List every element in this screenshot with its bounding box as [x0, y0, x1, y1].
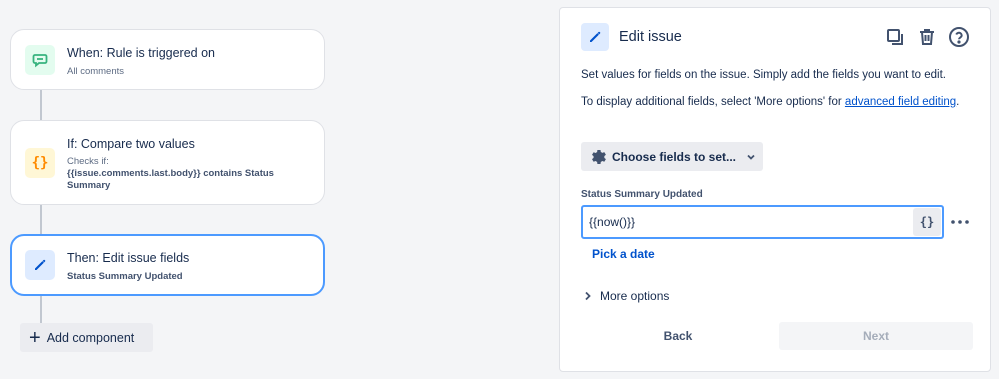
smart-value-button[interactable]: {}	[913, 208, 941, 236]
flow-connector	[40, 90, 42, 120]
panel-actions	[884, 26, 970, 48]
chevron-down-icon	[746, 152, 756, 162]
add-component-button[interactable]: + Add component	[20, 323, 153, 352]
duplicate-icon[interactable]	[884, 26, 906, 48]
panel-header: Edit issue	[581, 23, 682, 51]
panel-description-advanced: To display additional fields, select 'Mo…	[581, 94, 976, 111]
choose-fields-button[interactable]: Choose fields to set...	[581, 142, 763, 171]
panel-description: Set values for fields on the issue. Simp…	[581, 69, 947, 81]
pencil-icon	[581, 23, 609, 51]
curly-braces-icon: {}	[25, 148, 55, 178]
pick-date-link[interactable]: Pick a date	[592, 247, 655, 261]
plus-icon: +	[29, 326, 41, 349]
chevron-right-icon	[584, 291, 592, 301]
next-button[interactable]: Next	[779, 322, 973, 350]
action-subtitle: Status Summary Updated	[67, 271, 183, 282]
action-title: Then: Edit issue fields	[67, 251, 190, 265]
trigger-card[interactable]: When: Rule is triggered on All comments	[10, 29, 325, 90]
flow-connector	[40, 205, 42, 235]
trigger-subtitle: All comments	[67, 66, 125, 77]
description-text: To display additional fields, select 'Mo…	[581, 96, 845, 108]
flow-connector	[40, 296, 42, 324]
condition-card[interactable]: {} If: Compare two values Checks if: {{i…	[10, 120, 325, 205]
more-actions-icon[interactable]	[950, 213, 970, 231]
trash-icon[interactable]	[916, 26, 938, 48]
help-icon[interactable]	[948, 26, 970, 48]
condition-expression-cont: Summary	[67, 180, 111, 191]
advanced-field-editing-link[interactable]: advanced field editing	[845, 96, 956, 108]
pencil-icon	[25, 250, 55, 280]
field-label: Status Summary Updated	[581, 189, 703, 200]
action-card[interactable]: Then: Edit issue fields Status Summary U…	[10, 234, 325, 296]
panel-title: Edit issue	[619, 29, 682, 45]
choose-fields-label: Choose fields to set...	[612, 149, 737, 164]
comment-icon	[25, 45, 55, 75]
description-suffix: .	[956, 96, 960, 108]
back-button[interactable]: Back	[581, 322, 775, 350]
more-options-label: More options	[600, 289, 670, 303]
edit-issue-panel: Edit issue Set values for fields on the …	[559, 7, 991, 372]
trigger-title: When: Rule is triggered on	[67, 46, 215, 60]
condition-title: If: Compare two values	[67, 137, 195, 151]
condition-expression: {{issue.comments.last.body}} contains St…	[67, 168, 274, 179]
add-component-label: Add component	[46, 330, 135, 345]
status-summary-updated-input[interactable]	[583, 207, 913, 237]
condition-subtitle-prefix: Checks if:	[67, 156, 109, 167]
more-options-toggle[interactable]: More options	[584, 289, 669, 303]
status-summary-updated-field: {}	[581, 205, 944, 239]
gear-icon	[590, 149, 606, 165]
